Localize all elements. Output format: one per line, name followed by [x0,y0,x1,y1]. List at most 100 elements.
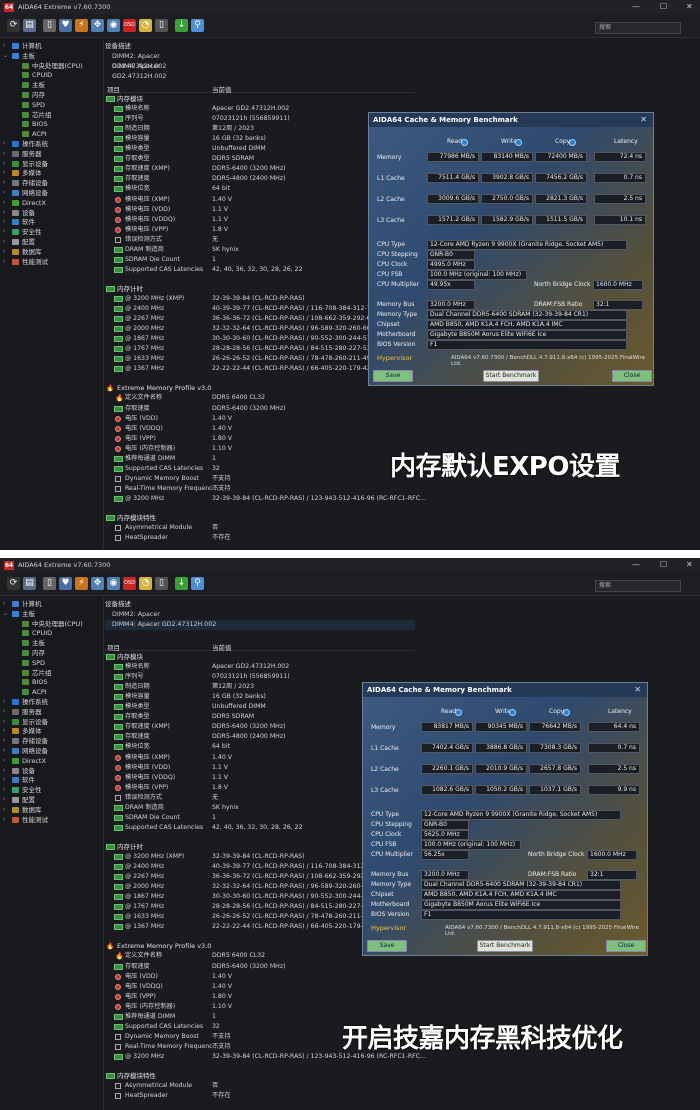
tree-arrow-icon[interactable]: › [3,805,5,815]
col-value[interactable]: 当前值 [212,84,232,94]
tree-arrow-icon[interactable]: › [3,41,5,51]
favorites-icon[interactable]: ♥ [59,19,72,32]
tree-item[interactable]: SPD [0,100,104,110]
tree-item[interactable]: › 存储设备 [0,736,104,746]
tree-arrow-icon[interactable]: › [3,697,5,707]
tree-arrow-icon[interactable]: › [3,746,5,756]
table-row[interactable]: 模块名称 Apacer GD2.47312H.002 [105,662,700,672]
tree-item[interactable]: › 网络设备 [0,746,104,756]
tree-item[interactable]: ⌄ 主板 [0,609,104,619]
table-row[interactable]: 电压 (内存控制器) 1.10 V [105,1002,700,1012]
table-row[interactable]: Real-Time Memory Frequenc... 不支持 [105,484,700,494]
tree-arrow-icon[interactable]: › [3,599,5,609]
tree-arrow-icon[interactable]: ⌄ [3,609,8,619]
tree-arrow-icon[interactable]: › [3,736,5,746]
dimm-item[interactable]: DIMM2: Apacer GD2.47312H.002 [105,610,215,628]
search-input[interactable]: 搜索 [595,22,681,34]
tree-item[interactable]: 芯片组 [0,668,104,678]
sensor-icon[interactable]: ▯ [155,19,168,32]
close-icon[interactable]: ✕ [686,558,693,572]
col-value[interactable]: 当前值 [212,642,232,652]
tree-arrow-icon[interactable]: › [3,257,5,267]
tree-item[interactable]: › 显示设备 [0,717,104,727]
tree-item[interactable]: ⌄ 主板 [0,51,104,61]
users-icon[interactable]: ◉ [107,19,120,32]
network-icon[interactable]: ✥ [91,577,104,590]
document-icon[interactable]: ▯ [43,19,56,32]
tree-item[interactable]: › 配置 [0,795,104,805]
download-icon[interactable]: ↓ [175,577,188,590]
tree-item[interactable]: › 设备 [0,766,104,776]
dimm-item[interactable]: DIMM4: Apacer GD2.47312H.002 [105,620,415,630]
tree-arrow-icon[interactable]: › [3,766,5,776]
minimize-icon[interactable]: — [632,0,640,14]
table-row[interactable]: 电压 (VDDQ) 1.40 V [105,424,700,434]
tree-item[interactable]: › 多媒体 [0,726,104,736]
tree-item[interactable]: › 服务器 [0,707,104,717]
save-button[interactable]: Save [373,370,413,382]
tree-item[interactable]: › 存储设备 [0,178,104,188]
minimize-icon[interactable]: — [632,558,640,572]
tree-item[interactable]: › 服务器 [0,149,104,159]
start-benchmark-button[interactable]: Start Benchmark [483,370,539,382]
tree-arrow-icon[interactable]: › [3,815,5,825]
tree-item[interactable]: 主板 [0,638,104,648]
tree-item[interactable]: › 配置 [0,237,104,247]
tree-item[interactable]: › 网络设备 [0,188,104,198]
tree-item[interactable]: 芯片组 [0,110,104,120]
tree-arrow-icon[interactable]: › [3,756,5,766]
table-row[interactable]: 存取速度 DDR5-6400 (3200 MHz) [105,404,700,414]
favorites-icon[interactable]: ♥ [59,577,72,590]
tree-arrow-icon[interactable]: › [3,208,5,218]
tree-item[interactable]: › 设备 [0,208,104,218]
tree-arrow-icon[interactable]: › [3,795,5,805]
table-row[interactable]: 电压 (VPP) 1.80 V [105,434,700,444]
tree-arrow-icon[interactable]: › [3,775,5,785]
tree-item[interactable]: › DirectX [0,756,104,766]
tree-item[interactable]: › 操作系统 [0,139,104,149]
dimm-item[interactable]: DIMM4: Apacer GD2.47312H.002 [105,62,215,80]
tree-arrow-icon[interactable]: › [3,139,5,149]
tree-item[interactable]: SPD [0,658,104,668]
table-row[interactable]: HeatSpreader 不存在 [105,533,700,543]
tree-arrow-icon[interactable]: ⌄ [3,51,8,61]
tree-arrow-icon[interactable]: › [3,785,5,795]
tree-arrow-icon[interactable]: › [3,178,5,188]
tree-arrow-icon[interactable]: › [3,717,5,727]
tree-item[interactable]: ACPI [0,129,104,139]
tree-item[interactable]: › 性能测试 [0,257,104,267]
tree-item[interactable]: ACPI [0,687,104,697]
tree-arrow-icon[interactable]: › [3,217,5,227]
tree-item[interactable]: › 数据库 [0,247,104,257]
osd-icon[interactable]: OSD [123,577,136,590]
lightning-icon[interactable]: ⚡ [75,19,88,32]
tree-item[interactable]: › 安全性 [0,785,104,795]
tree-item[interactable]: › 计算机 [0,41,104,51]
tree-item[interactable]: 主板 [0,80,104,90]
tree-arrow-icon[interactable]: › [3,198,5,208]
close-button[interactable]: Close [612,370,652,382]
search-input[interactable]: 搜索 [595,580,681,592]
tree-item[interactable]: 内存 [0,648,104,658]
document-icon[interactable]: ▯ [43,577,56,590]
maximize-icon[interactable]: ☐ [660,0,667,14]
table-row[interactable]: @ 3200 MHz 32-39-39-84 (CL-RCD-RP-RAS) /… [105,494,700,504]
tree-arrow-icon[interactable]: › [3,247,5,257]
table-row[interactable]: 电压 (VPP) 1.80 V [105,992,700,1002]
maximize-icon[interactable]: ☐ [660,558,667,572]
tree-arrow-icon[interactable]: › [3,149,5,159]
table-row[interactable]: Asymmetrical Module 否 [105,523,700,533]
refresh-icon[interactable]: ⟳ [7,19,20,32]
table-row[interactable]: 电压 (VDDQ) 1.40 V [105,982,700,992]
sensor-icon[interactable]: ▯ [155,577,168,590]
table-row[interactable]: HeatSpreader 不存在 [105,1091,700,1101]
refresh-icon[interactable]: ⟳ [7,577,20,590]
tree-arrow-icon[interactable]: › [3,168,5,178]
dialog-close-icon[interactable]: ✕ [634,683,641,697]
network-icon[interactable]: ✥ [91,19,104,32]
report-icon[interactable]: ▤ [23,577,36,590]
dimm-item[interactable]: DIMM2: Apacer GD2.47312H.002 [105,52,215,70]
download-icon[interactable]: ↓ [175,19,188,32]
tree-item[interactable]: › 软件 [0,217,104,227]
gauge-icon[interactable]: ◔ [139,19,152,32]
